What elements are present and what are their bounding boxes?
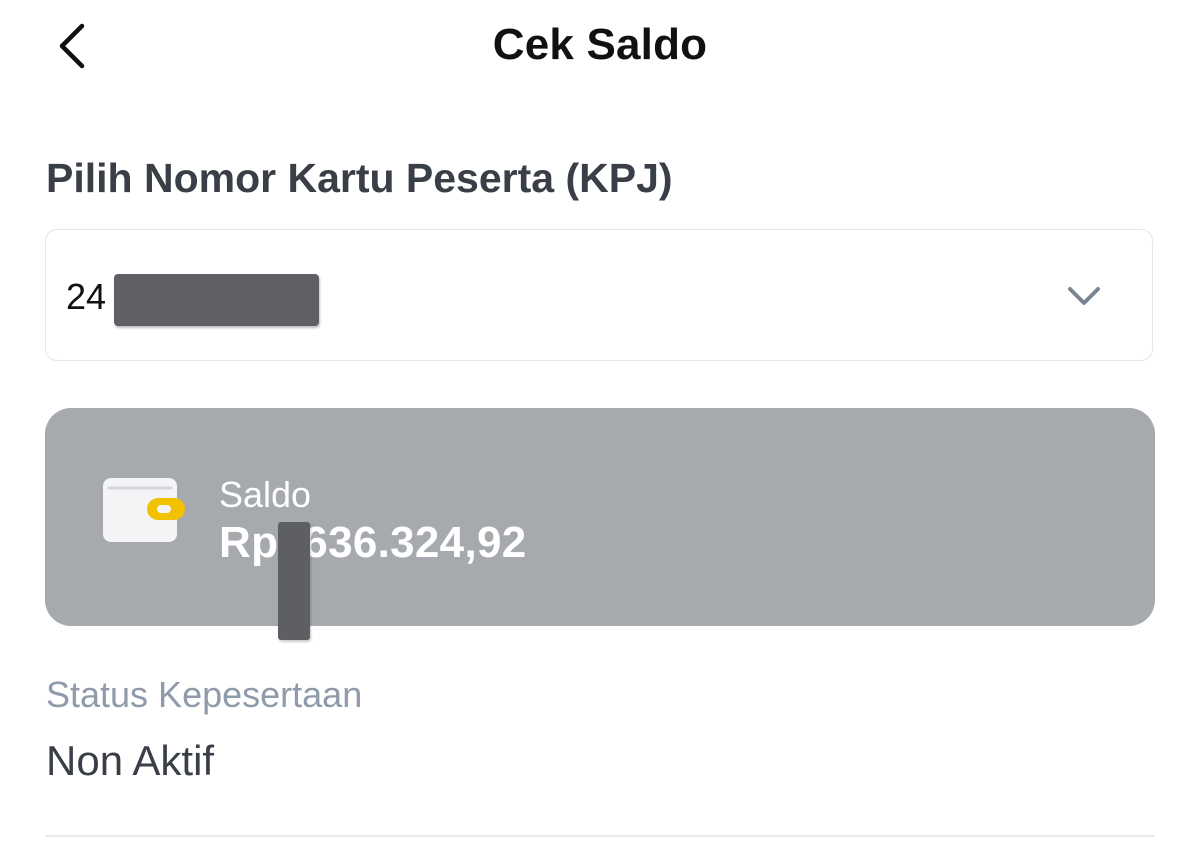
balance-card: Saldo Rp .636.324,92 — [45, 408, 1155, 626]
saldo-label: Saldo — [219, 474, 312, 515]
chevron-down-icon — [1064, 278, 1104, 314]
kpj-section-label: Pilih Nomor Kartu Peserta (KPJ) — [46, 155, 673, 201]
divider — [45, 835, 1155, 837]
kpj-number-select[interactable]: 24 — [45, 229, 1153, 361]
status-label: Status Kepesertaan — [46, 674, 363, 715]
status-value: Non Aktif — [46, 737, 215, 784]
redaction-mask — [114, 274, 319, 326]
kpj-selected-value: 24 — [66, 276, 107, 317]
page-title: Cek Saldo — [492, 20, 708, 69]
wallet-icon — [101, 474, 187, 546]
top-bar: Cek Saldo — [0, 0, 1200, 100]
saldo-amount: Rp .636.324,92 — [219, 518, 527, 567]
redaction-mask — [278, 522, 310, 640]
